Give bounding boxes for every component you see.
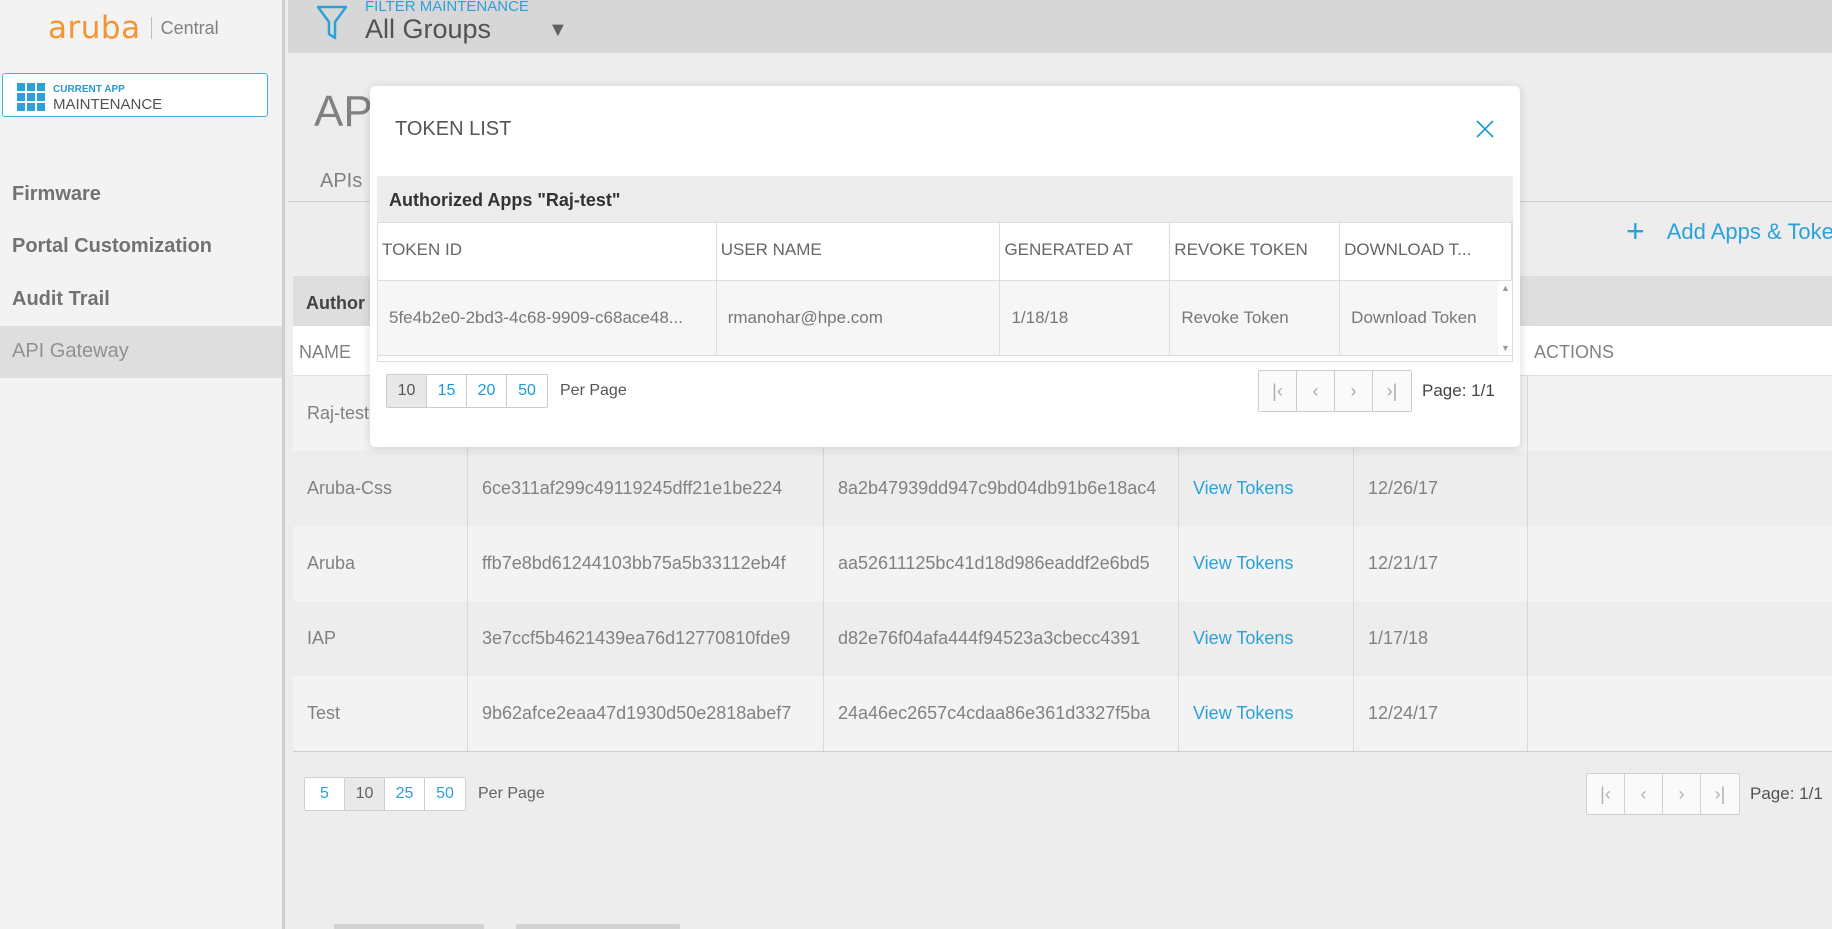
last-page-icon[interactable]: ›| — [1373, 371, 1411, 411]
generated-at: 1/18/18 — [1000, 281, 1171, 355]
modal-page-size-selector: 10 15 20 50 Per Page — [386, 374, 627, 408]
token-id: 5fe4b2e0-2bd3-4c68-9909-c68ace48... — [378, 281, 717, 355]
modal-title: TOKEN LIST — [395, 118, 512, 140]
page-size-option[interactable]: 15 — [427, 375, 467, 407]
token-row[interactable]: 5fe4b2e0-2bd3-4c68-9909-c68ace48... rman… — [378, 281, 1512, 355]
column-header-revoke-token[interactable]: REVOKE TOKEN — [1170, 223, 1341, 280]
pagination-controls: |‹ ‹ › ›| — [1258, 370, 1412, 412]
close-icon[interactable] — [1476, 120, 1494, 138]
token-table-footer — [378, 355, 1512, 361]
page-size-option-selected[interactable]: 10 — [387, 375, 427, 407]
token-table-scrollbar[interactable]: ▲ ▼ — [1498, 281, 1512, 355]
per-page-label: Per Page — [560, 382, 627, 399]
user-name: rmanohar@hpe.com — [717, 281, 1001, 355]
prev-page-icon[interactable]: ‹ — [1297, 371, 1335, 411]
page-size-option[interactable]: 20 — [467, 375, 507, 407]
token-list-modal: TOKEN LIST Authorized Apps "Raj-test" TO… — [370, 86, 1520, 447]
column-header-token-id[interactable]: TOKEN ID — [378, 223, 717, 280]
page-size-options: 10 15 20 50 — [386, 374, 548, 408]
column-header-download-token[interactable]: DOWNLOAD T... — [1340, 223, 1512, 280]
column-header-generated-at[interactable]: GENERATED AT — [1000, 223, 1171, 280]
page-indicator: Page: 1/1 — [1422, 381, 1495, 400]
scroll-down-icon[interactable]: ▼ — [1501, 343, 1510, 353]
page-size-option[interactable]: 50 — [507, 375, 547, 407]
next-page-icon[interactable]: › — [1335, 371, 1373, 411]
token-table: TOKEN ID USER NAME GENERATED AT REVOKE T… — [377, 222, 1513, 362]
revoke-token-link[interactable]: Revoke Token — [1170, 281, 1341, 355]
token-section-title: Authorized Apps "Raj-test" — [377, 176, 1513, 222]
scroll-up-icon[interactable]: ▲ — [1501, 283, 1510, 293]
column-header-user-name[interactable]: USER NAME — [717, 223, 1001, 280]
download-token-link[interactable]: Download Token — [1340, 281, 1512, 355]
modal-pagination: |‹ ‹ › ›| Page: 1/1 — [1258, 370, 1495, 412]
token-table-header: TOKEN ID USER NAME GENERATED AT REVOKE T… — [378, 223, 1512, 281]
first-page-icon[interactable]: |‹ — [1259, 371, 1297, 411]
